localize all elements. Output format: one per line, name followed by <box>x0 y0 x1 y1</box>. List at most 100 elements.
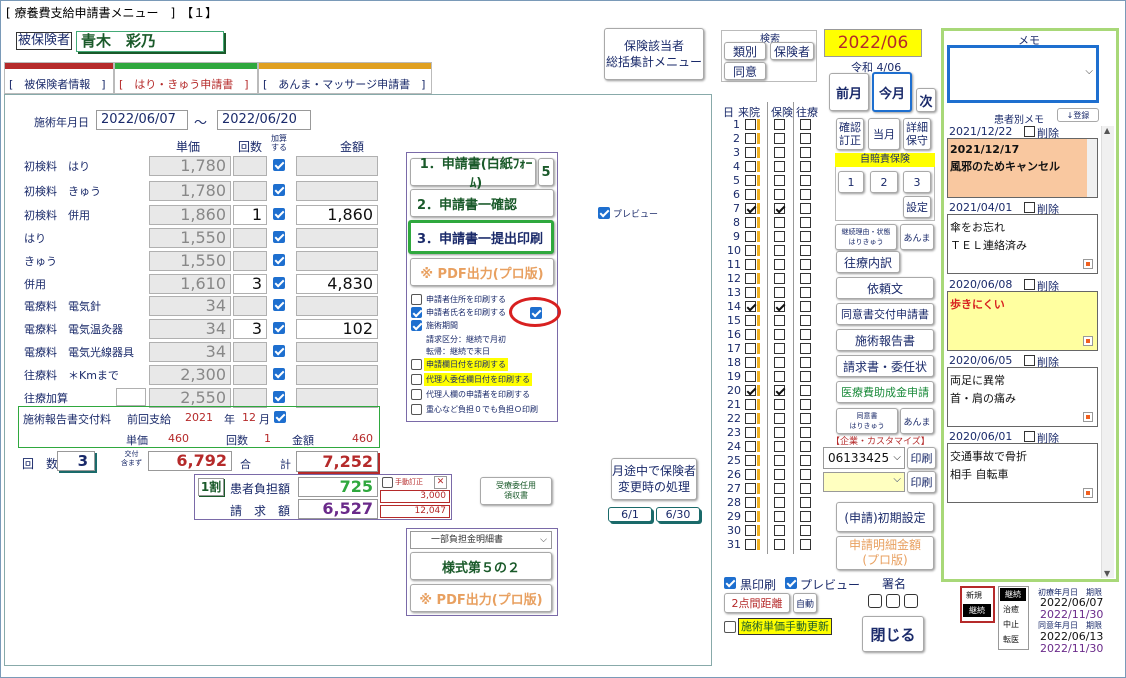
next-month-button[interactable]: 次 <box>916 88 936 112</box>
consent-request-button[interactable]: 同意書交付申請書 <box>836 303 934 325</box>
fee-unit-price[interactable]: 34 <box>149 319 231 339</box>
outreach-checkbox[interactable] <box>800 259 811 270</box>
outreach-checkbox[interactable] <box>800 231 811 242</box>
search-category-button[interactable]: 類別 <box>724 42 766 60</box>
period-end[interactable]: 2022/06/20 <box>217 110 311 130</box>
insurance-checkbox[interactable] <box>774 469 785 480</box>
outreach-checkbox[interactable] <box>800 511 811 522</box>
insurance-checkbox[interactable] <box>774 385 785 396</box>
tab-anma[interactable]: [ あんま・マッサージ申請書 ] <box>258 62 432 94</box>
visit-checkbox[interactable] <box>745 455 756 466</box>
memo-edit-icon[interactable] <box>1083 259 1093 269</box>
fee-count[interactable] <box>233 388 267 408</box>
print-count[interactable]: 5 <box>538 158 554 186</box>
memo-body[interactable]: 両足に異常 首・肩の痛み <box>947 367 1098 427</box>
visit-checkbox[interactable] <box>745 273 756 284</box>
custom-print-button-2[interactable]: 印刷 <box>907 471 936 493</box>
visit-checkbox[interactable] <box>745 371 756 382</box>
outreach-checkbox[interactable] <box>800 469 811 480</box>
insurance-checkbox[interactable] <box>774 175 785 186</box>
outreach-checkbox[interactable] <box>800 357 811 368</box>
insurance-checkbox[interactable] <box>774 231 785 242</box>
insurance-checkbox[interactable] <box>774 245 785 256</box>
memo-edit-icon[interactable] <box>1083 412 1093 422</box>
visit-checkbox[interactable] <box>745 329 756 340</box>
fee-add-checkbox[interactable] <box>273 184 285 196</box>
preview-checkbox[interactable] <box>598 207 610 219</box>
visit-checkbox[interactable] <box>745 133 756 144</box>
auto-button[interactable]: 自動 <box>793 593 817 613</box>
print-blank-form-button[interactable]: 1．申請書(白紙ﾌｫｰﾑ) <box>410 157 536 191</box>
fee-add-checkbox[interactable] <box>273 299 285 311</box>
memo-delete-checkbox[interactable] <box>1024 202 1035 213</box>
visit-checkbox[interactable] <box>745 539 756 550</box>
memo-scroll[interactable] <box>1087 139 1097 197</box>
delegate-receipt-button[interactable]: 受療委任用 領収書 <box>480 477 552 505</box>
summary-menu-button[interactable]: 保険該当者 総括集計メニュー <box>604 28 704 80</box>
fee-add-checkbox[interactable] <box>273 254 285 266</box>
tab-hari-kyu[interactable]: [ はり・きゅう申請書 ] <box>114 62 258 94</box>
fee-count[interactable]: 3 <box>233 274 267 294</box>
outcome-transfer[interactable]: 転医 <box>1003 634 1019 645</box>
two-point-distance-button[interactable]: 2点間距離 <box>724 593 790 613</box>
fee-unit-price[interactable]: 34 <box>149 342 231 362</box>
fee-count[interactable] <box>233 365 267 385</box>
insurance-checkbox[interactable] <box>774 133 785 144</box>
insurance-checkbox[interactable] <box>774 497 785 508</box>
jibai-settings-button[interactable]: 設定 <box>903 196 931 218</box>
visit-checkbox[interactable] <box>745 385 756 396</box>
print-option-checkbox[interactable] <box>411 294 422 305</box>
outreach-checkbox[interactable] <box>800 217 811 228</box>
fee-unit-price[interactable]: 34 <box>149 296 231 316</box>
insurance-checkbox[interactable] <box>774 217 785 228</box>
insurance-checkbox[interactable] <box>774 189 785 200</box>
scroll-down-icon[interactable]: ▼ <box>1104 569 1110 578</box>
claim-detail-button[interactable]: 申請明細金額 (プロ版) <box>836 536 934 570</box>
jibai-1-button[interactable]: 1 <box>838 171 864 193</box>
visit-checkbox[interactable] <box>745 343 756 354</box>
memo-edit-icon[interactable] <box>1083 336 1093 346</box>
visit-checkbox[interactable] <box>745 287 756 298</box>
insurance-checkbox[interactable] <box>774 259 785 270</box>
visit-checkbox[interactable] <box>745 483 756 494</box>
visit-checkbox[interactable] <box>745 119 756 130</box>
outreach-checkbox[interactable] <box>800 413 811 424</box>
medical-subsidy-button[interactable]: 医療費助成金申請 <box>836 381 934 403</box>
outreach-checkbox[interactable] <box>800 301 811 312</box>
memo-delete-checkbox[interactable] <box>1024 279 1035 290</box>
outreach-checkbox[interactable] <box>800 161 811 172</box>
insurance-checkbox[interactable] <box>774 357 785 368</box>
fee-extra-input[interactable] <box>116 388 146 406</box>
print-option-checkbox[interactable] <box>411 389 422 400</box>
pdf-output-button[interactable]: ※ PDF出力(プロ版) <box>410 258 554 286</box>
insurance-checkbox[interactable] <box>774 455 785 466</box>
fee-unit-price[interactable]: 1,550 <box>149 228 231 248</box>
anma-reason-button[interactable]: あんま <box>900 224 934 250</box>
form5-pdf-button[interactable]: ※ PDF出力(プロ版) <box>410 584 552 612</box>
fee-count[interactable] <box>233 228 267 248</box>
insurance-checkbox[interactable] <box>774 343 785 354</box>
insurance-checkbox[interactable] <box>774 371 785 382</box>
insurance-checkbox[interactable] <box>774 329 785 340</box>
outreach-checkbox[interactable] <box>800 441 811 452</box>
visit-checkbox[interactable] <box>745 259 756 270</box>
search-insurer-button[interactable]: 保険者 <box>770 42 814 60</box>
visit-checkbox[interactable] <box>745 217 756 228</box>
manual-update-checkbox[interactable] <box>724 621 736 633</box>
reason-button[interactable]: 継続理由・状態 はりきゅう <box>835 224 897 250</box>
outcome-continue[interactable]: 継続 <box>1000 588 1026 601</box>
fee-add-checkbox[interactable] <box>273 159 285 171</box>
status-continue[interactable]: 継続 <box>963 604 991 617</box>
memo-body[interactable]: 2021/12/17 風邪のためキャンセル <box>947 138 1098 198</box>
black-print-checkbox[interactable] <box>724 577 736 589</box>
status-new[interactable]: 新規 <box>966 590 982 601</box>
manual-correction-checkbox[interactable] <box>382 477 393 488</box>
signature-box-3[interactable] <box>904 594 918 608</box>
memo-input[interactable]: ⌵ <box>947 45 1099 103</box>
memo-scrollbar[interactable]: ▲ ▼ <box>1101 126 1114 578</box>
fee-count[interactable] <box>233 156 267 176</box>
prev-month-button[interactable]: 前月 <box>829 73 869 111</box>
memo-body[interactable]: 交通事故で骨折 相手 自転車 <box>947 443 1098 503</box>
insurance-checkbox[interactable] <box>774 203 785 214</box>
insurance-checkbox[interactable] <box>774 161 785 172</box>
